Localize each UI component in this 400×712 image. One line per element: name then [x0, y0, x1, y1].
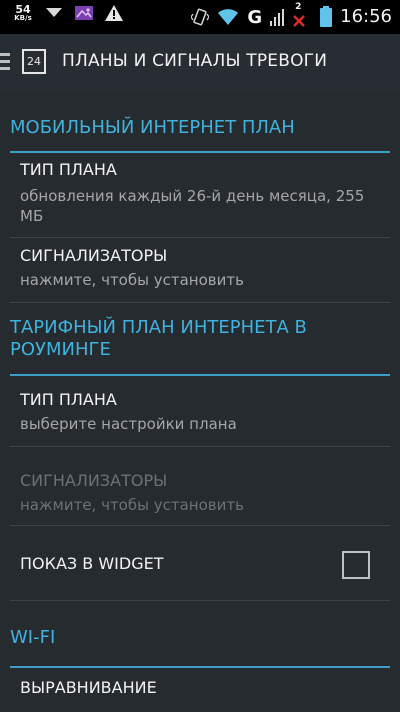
roaming-plan-type-summary: выберите настройки плана	[20, 415, 237, 433]
network-speed: 54 KB/s	[12, 4, 34, 22]
sim-2-status: 2	[292, 2, 306, 28]
sim-number: 2	[295, 2, 302, 12]
status-bar-right: G 2 16:56	[191, 2, 392, 28]
show-in-widget-checkbox[interactable]	[342, 551, 370, 579]
wifi-first-item[interactable]: ВЫРАВНИВАНИЕ	[10, 668, 390, 698]
page-title: ПЛАНЫ И СИГНАЛЫ ТРЕВОГИ	[62, 51, 328, 71]
roaming-plan-type-item[interactable]: ТИП ПЛАНА выберите настройки плана	[10, 376, 390, 446]
signal-icon	[270, 9, 285, 26]
drawer-menu-icon[interactable]	[0, 53, 12, 71]
battery-icon	[320, 6, 333, 27]
settings-list: МОБИЛЬНЫЙ ИНТЕРНЕТ ПЛАН ТИП ПЛАНА обновл…	[0, 90, 400, 698]
show-in-widget-item[interactable]: ПОКАЗ В WIDGET	[10, 526, 390, 600]
mobile-plan-type-summary: обновления каждый 26-й день месяца, 255 …	[20, 187, 365, 225]
action-bar: 24 ПЛАНЫ И СИГНАЛЫ ТРЕВОГИ	[0, 34, 400, 90]
mobile-plan-type-item[interactable]: ТИП ПЛАНА обновления каждый 26-й день ме…	[10, 153, 390, 237]
image-icon	[75, 6, 93, 20]
network-speed-unit: KB/s	[14, 14, 32, 22]
wifi-first-item-title: ВЫРАВНИВАНИЕ	[20, 678, 157, 697]
network-type-label: G	[247, 6, 263, 28]
section-wifi-title: WI-FI	[10, 627, 56, 648]
mobile-alarms-title: СИГНАЛИЗАТОРЫ	[20, 246, 168, 265]
mobile-alarms-summary: нажмите, чтобы установить	[20, 271, 244, 289]
roaming-plan-type-title: ТИП ПЛАНА	[20, 390, 117, 409]
section-wifi: WI-FI	[0, 601, 400, 649]
section-roaming-plan: ТАРИФНЫЙ ПЛАН ИНТЕРНЕТА В РОУМИНГЕ	[0, 303, 400, 361]
warning-icon	[105, 5, 123, 21]
clock: 16:56	[340, 6, 392, 27]
calendar-icon[interactable]: 24	[22, 49, 46, 74]
calendar-day: 24	[27, 55, 41, 68]
roaming-alarms-item: СИГНАЛИЗАТОРЫ нажмите, чтобы установить	[10, 447, 390, 525]
mobile-plan-type-title: ТИП ПЛАНА	[20, 160, 117, 179]
status-bar-left: 54 KB/s	[12, 4, 124, 22]
section-mobile-title: МОБИЛЬНЫЙ ИНТЕРНЕТ ПЛАН	[10, 117, 295, 138]
wifi-icon	[218, 9, 239, 25]
roaming-alarms-summary: нажмите, чтобы установить	[20, 496, 244, 514]
no-signal-icon	[293, 15, 306, 27]
mobile-alarms-item[interactable]: СИГНАЛИЗАТОРЫ нажмите, чтобы установить	[10, 238, 390, 302]
vibrate-icon	[191, 8, 210, 26]
section-mobile-plan: МОБИЛЬНЫЙ ИНТЕРНЕТ ПЛАН	[0, 90, 400, 139]
roaming-alarms-title: СИГНАЛИЗАТОРЫ	[20, 471, 168, 490]
section-roaming-title: ТАРИФНЫЙ ПЛАН ИНТЕРНЕТА В РОУМИНГЕ	[10, 317, 307, 360]
show-in-widget-title: ПОКАЗ В WIDGET	[20, 554, 164, 573]
download-icon	[46, 8, 62, 17]
status-bar: 54 KB/s G 2 16:56	[0, 0, 400, 34]
